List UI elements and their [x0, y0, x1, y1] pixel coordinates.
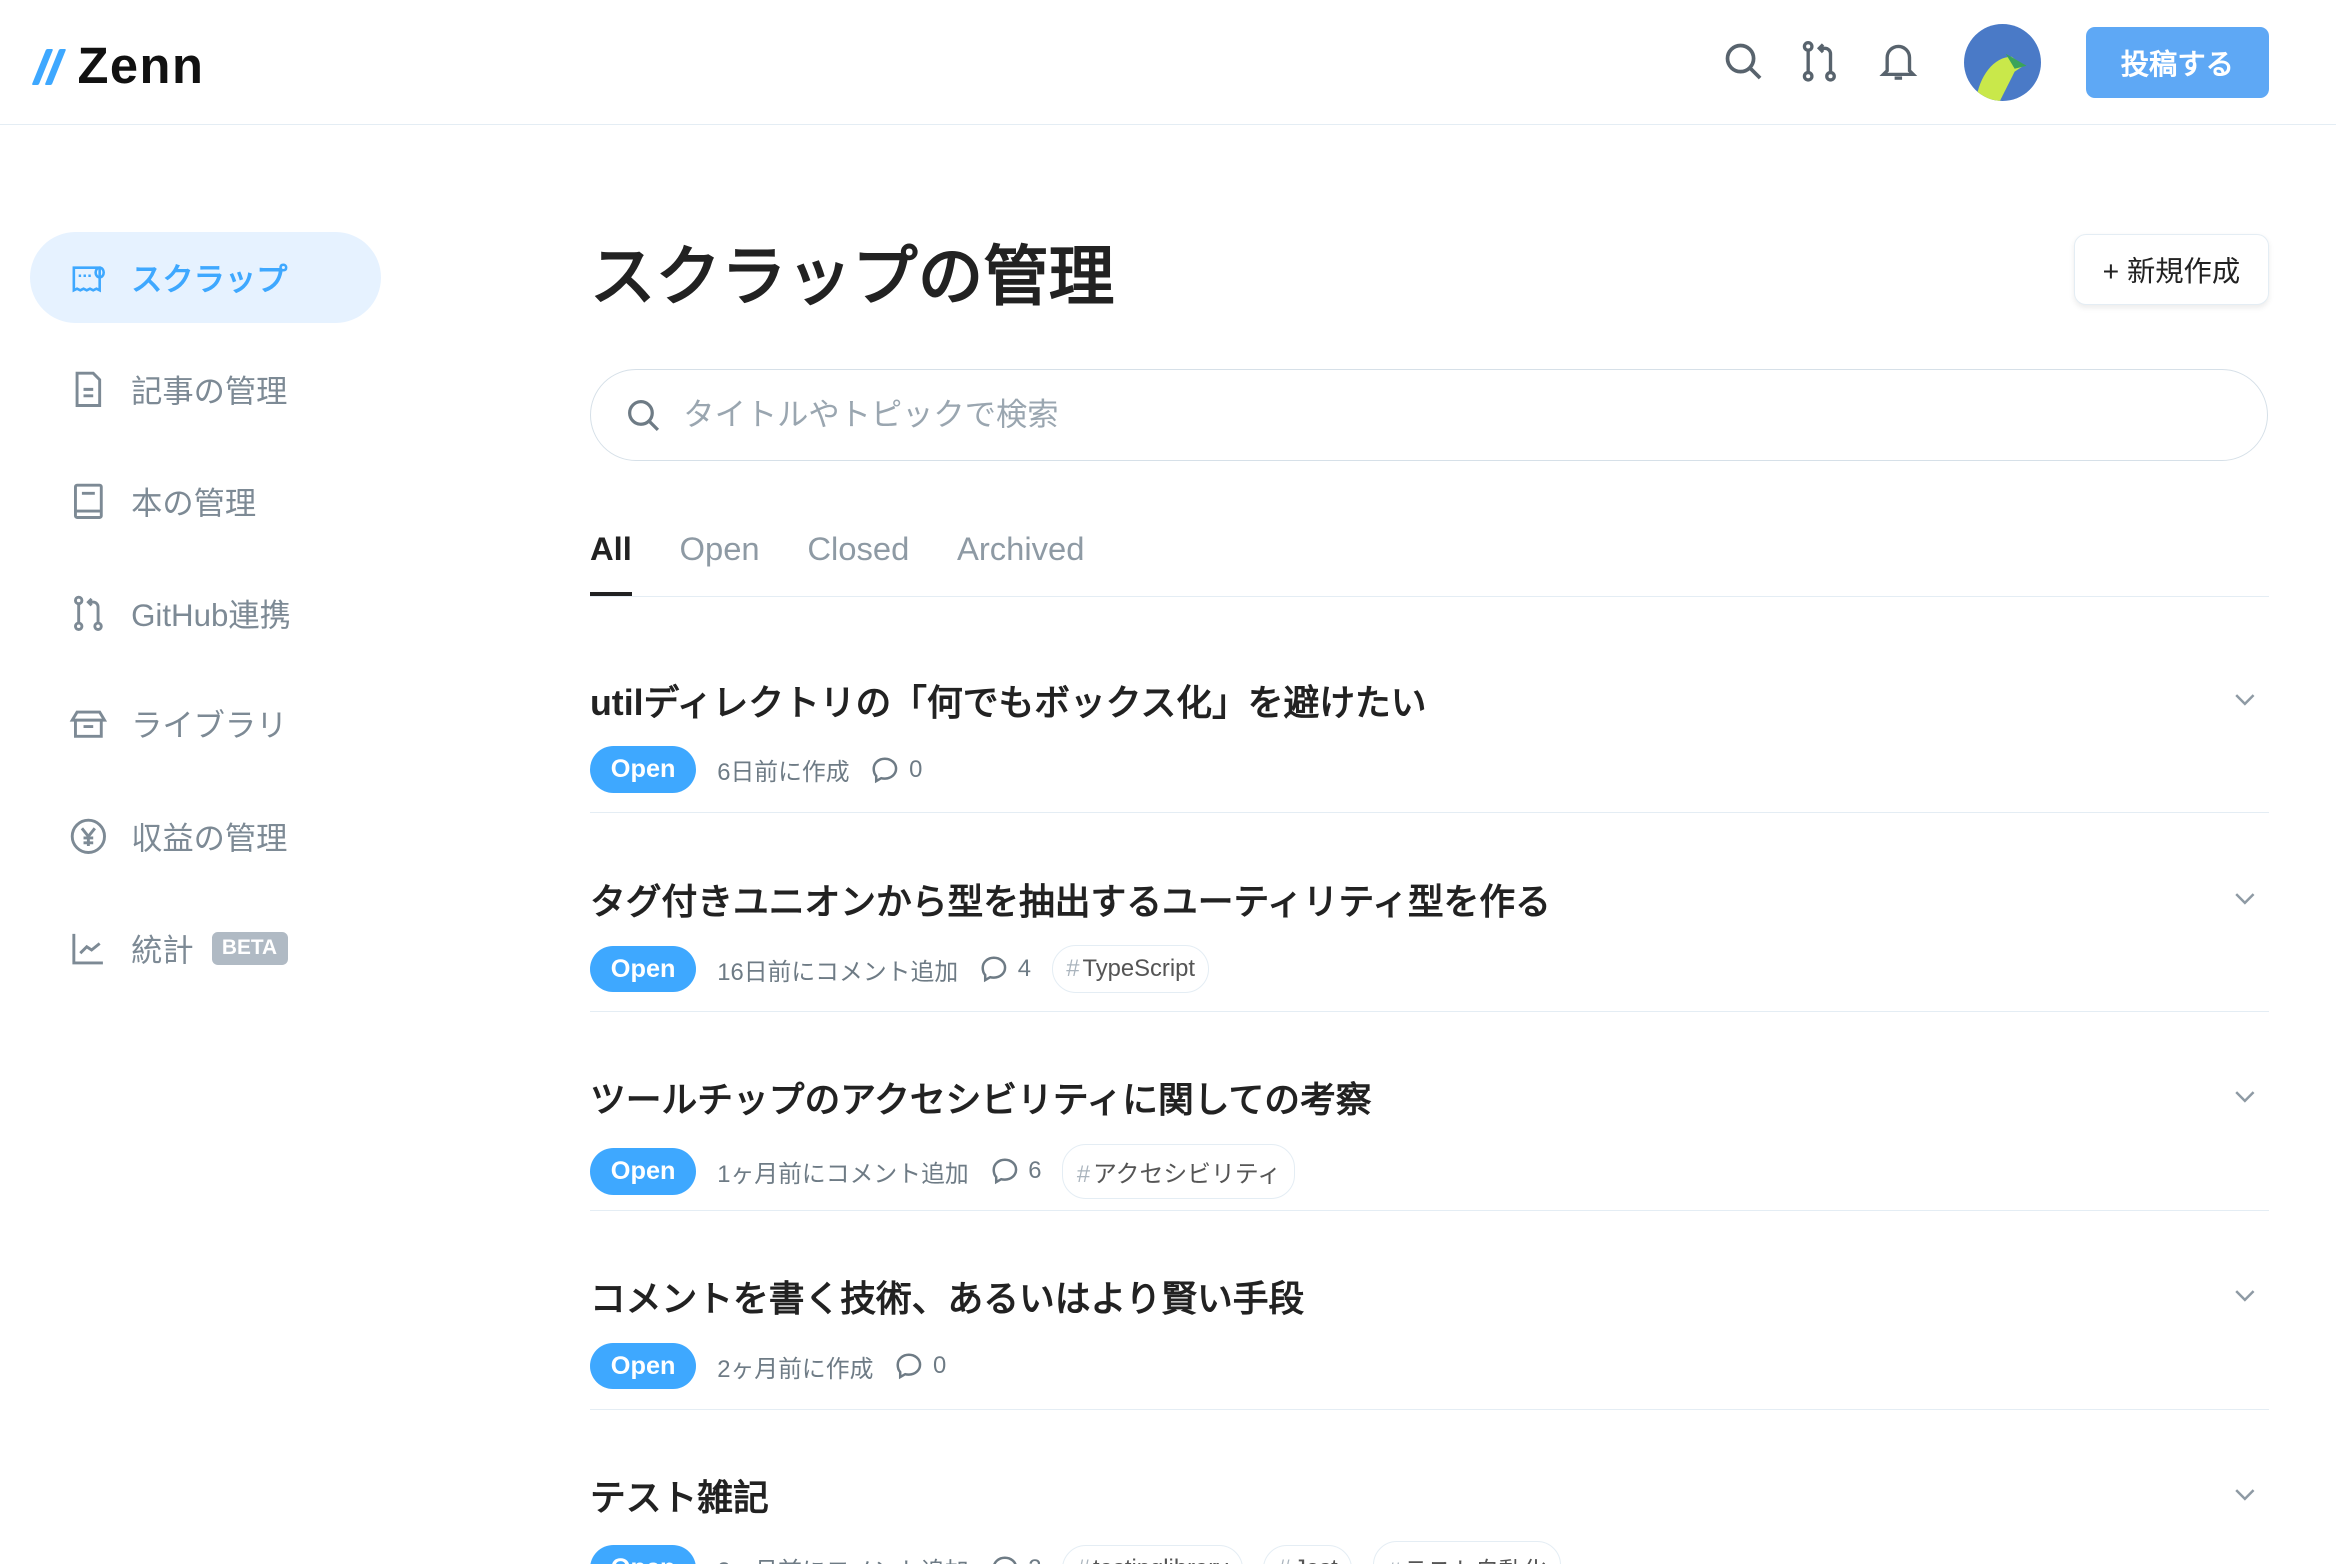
tag-label: testinglibrary: [1093, 1555, 1228, 1564]
chevron-down-icon[interactable]: [2230, 1081, 2260, 1111]
status-tabs: All Open Closed Archived: [589, 530, 2269, 597]
comment-count: 0: [894, 1351, 946, 1381]
comment-count-value: 0: [932, 1352, 947, 1380]
sidebar-item-label: 収益の管理: [131, 821, 288, 857]
sidebar-item-github[interactable]: GitHub連携: [30, 568, 382, 659]
sidebar-item-scrap[interactable]: スクラップ: [29, 232, 382, 324]
avatar-bird-image: [1975, 53, 2027, 102]
chevron-down-icon[interactable]: [2230, 1479, 2260, 1509]
git-pull-request-icon: [73, 595, 103, 631]
comment-count-value: 4: [1017, 955, 1031, 983]
timestamp: 1ヶ月前にコメント追加: [717, 1160, 969, 1188]
chevron-down-icon[interactable]: [2230, 883, 2260, 913]
scrap-title[interactable]: コメントを書く技術、あるいはより賢い手段: [590, 1271, 1304, 1322]
sidebar-item-label: ライブラリ: [131, 707, 288, 743]
comment-count-value: 0: [909, 755, 923, 783]
comment-icon: [992, 1556, 1017, 1564]
tab-all[interactable]: All: [589, 530, 632, 596]
comment-count-value: 6: [1028, 1157, 1042, 1185]
search-box: [589, 369, 2268, 461]
document-icon: [75, 371, 101, 408]
book-icon: [73, 483, 103, 519]
status-badge: Open: [589, 1147, 697, 1195]
sidebar-item-label: スクラップ: [131, 262, 288, 298]
scrap-icon: [72, 266, 105, 293]
top-header: Zenn 投稿する: [0, 0, 2336, 125]
sidebar-item-revenue[interactable]: 収益の管理: [30, 791, 382, 882]
scrap-title[interactable]: テスト雑記: [590, 1470, 769, 1521]
chart-icon: [71, 933, 103, 965]
sidebar-item-articles[interactable]: 記事の管理: [30, 344, 382, 435]
comment-count: 0: [870, 755, 922, 785]
beta-badge: BETA: [211, 931, 288, 965]
status-badge: Open: [589, 945, 697, 993]
search-icon: [627, 399, 659, 431]
comment-count: 2: [990, 1554, 1042, 1564]
tag-label: Jest: [1294, 1555, 1338, 1564]
yen-icon: [70, 818, 106, 855]
chevron-down-icon[interactable]: [2230, 684, 2260, 714]
scrap-title[interactable]: タグ付きユニオンから型を抽出するユーティリティ型を作る: [590, 874, 1551, 925]
topic-tag[interactable]: # アクセシビリティ: [1062, 1143, 1296, 1199]
post-button[interactable]: 投稿する: [2085, 26, 2269, 99]
zenn-logo-text: Zenn: [77, 36, 205, 94]
scrap-list-item: コメントを書く技術、あるいはより賢い手段 Open 2ヶ月前に作成 0: [589, 1212, 2269, 1410]
tab-closed[interactable]: Closed: [807, 530, 909, 596]
scrap-title[interactable]: utilディレクトリの「何でもボックス化」を避けたい: [590, 675, 1427, 726]
scrap-list-item: タグ付きユニオンから型を抽出するユーティリティ型を作る Open 16日前にコメ…: [589, 814, 2269, 1013]
sidebar-item-label: 本の管理: [131, 485, 257, 521]
comment-icon: [872, 757, 898, 784]
comment-count: 6: [990, 1156, 1042, 1186]
search-icon[interactable]: [1721, 39, 1766, 84]
sidebar-item-label: 統計: [131, 932, 194, 968]
tab-open[interactable]: Open: [680, 530, 760, 596]
bell-icon[interactable]: [1876, 39, 1921, 84]
comment-count: 4: [979, 954, 1031, 984]
scrap-list-item: テスト雑記 Open 2ヶ月前にコメント追加 2 #testinglibrary…: [589, 1410, 2269, 1564]
timestamp: 16日前にコメント追加: [717, 958, 959, 986]
comment-count-value: 2: [1028, 1555, 1041, 1564]
page-title: スクラップの管理: [589, 240, 1115, 314]
archive-box-icon: [69, 710, 107, 738]
sidebar-item-books[interactable]: 本の管理: [30, 456, 382, 547]
timestamp: 2ヶ月前にコメント追加: [717, 1551, 969, 1564]
scrap-list-item: utilディレクトリの「何でもボックス化」を避けたい Open 6日前に作成 0: [589, 615, 2269, 814]
user-avatar[interactable]: [1963, 23, 2042, 102]
tag-label: テスト自動化: [1404, 1558, 1547, 1564]
search-input[interactable]: [680, 395, 2267, 435]
status-badge: Open: [589, 746, 697, 794]
comment-icon: [896, 1353, 922, 1380]
comment-icon: [981, 956, 1007, 983]
chevron-down-icon[interactable]: [2230, 1280, 2260, 1310]
tab-archived[interactable]: Archived: [957, 530, 1084, 596]
timestamp: 2ヶ月前に作成: [717, 1355, 874, 1383]
comment-icon: [992, 1158, 1017, 1185]
topic-tag[interactable]: #テスト自動化: [1372, 1541, 1561, 1564]
zenn-logo[interactable]: Zenn: [31, 36, 205, 95]
topic-tag[interactable]: #Jest: [1263, 1544, 1353, 1564]
new-scrap-button[interactable]: + 新規作成: [2073, 233, 2269, 306]
sidebar-item-label: GitHub連携: [131, 597, 291, 633]
topic-tag[interactable]: #testinglibrary: [1062, 1544, 1243, 1564]
zenn-logo-mark: [31, 46, 72, 85]
scrap-title[interactable]: ツールチップのアクセシビリティに関しての考察: [590, 1072, 1372, 1123]
status-badge: Open: [589, 1545, 697, 1564]
sidebar-item-library[interactable]: ライブラリ: [30, 678, 382, 769]
git-pull-request-icon[interactable]: [1797, 39, 1842, 84]
sidebar-item-stats[interactable]: 統計 BETA: [30, 903, 382, 994]
sidebar-item-label: 記事の管理: [131, 374, 288, 410]
timestamp: 6日前に作成: [717, 759, 850, 787]
status-badge: Open: [589, 1342, 697, 1390]
topic-tag[interactable]: # TypeScript: [1051, 945, 1210, 993]
tag-label: TypeScript: [1082, 955, 1196, 983]
tag-label: アクセシビリティ: [1093, 1160, 1282, 1188]
scrap-list-item: ツールチップのアクセシビリティに関しての考察 Open 1ヶ月前にコメント追加 …: [589, 1013, 2269, 1211]
